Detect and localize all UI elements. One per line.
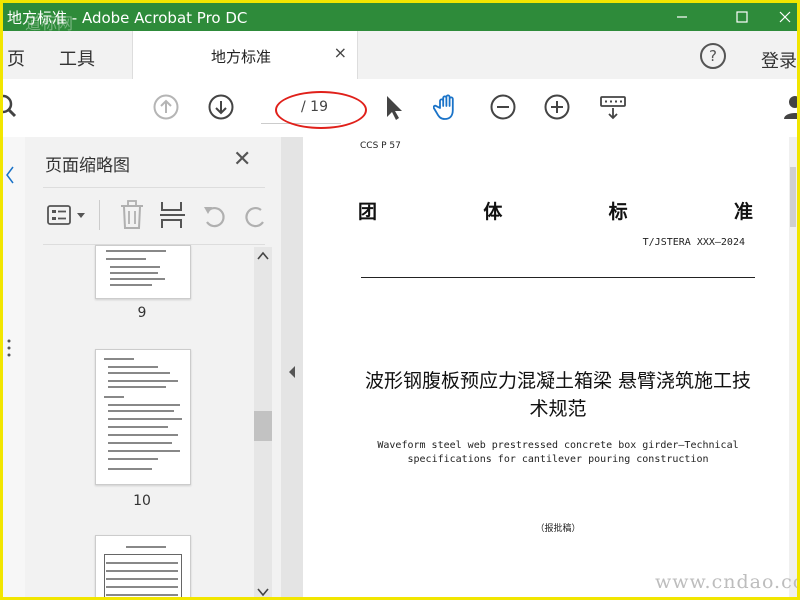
maximize-icon [736, 11, 748, 23]
next-page-icon[interactable] [207, 93, 235, 121]
help-icon[interactable]: ? [700, 43, 726, 69]
tab-home[interactable]: 页 [7, 45, 25, 71]
zoom-in-icon[interactable] [543, 93, 571, 121]
rail-more-icon[interactable] [5, 337, 13, 359]
standard-number: T/JSTERA XXX—2024 [642, 237, 745, 248]
draft-label: （报批稿） [535, 524, 581, 534]
chinese-title-line: 波形钢腹板预应力混凝土箱梁 悬臂浇筑施工技 [364, 370, 752, 392]
chinese-title-line: 术规范 [529, 398, 587, 420]
title-char: 标 [608, 201, 628, 223]
thumbnail-label-10: 10 [133, 493, 151, 509]
keyboard-icon[interactable] [599, 93, 627, 121]
scroll-up-icon[interactable] [257, 251, 269, 261]
document-page: CCS P 57 团 体 标 准 T/JSTERA XXX—2024 波形钢腹板… [303, 137, 789, 597]
search-icon[interactable] [0, 93, 21, 121]
rail-arrow-icon[interactable] [5, 165, 15, 185]
panel-splitter[interactable] [281, 137, 303, 597]
main-toolbar: / 19 [3, 79, 797, 138]
user-icon[interactable] [781, 93, 800, 121]
thumbnail-page-10[interactable] [95, 349, 191, 485]
title-char: 团 [358, 201, 378, 223]
scroll-down-icon[interactable] [257, 587, 269, 597]
tab-tools[interactable]: 工具 [59, 45, 95, 71]
document-scrollbar-thumb[interactable] [790, 167, 796, 227]
maximize-button[interactable] [719, 3, 765, 31]
collapse-panel-icon[interactable] [288, 365, 296, 379]
annotation-red-ellipse [275, 91, 367, 129]
delete-page-icon[interactable] [119, 200, 145, 230]
login-link[interactable]: 登录 [761, 47, 797, 73]
panel-title: 页面缩略图 [45, 156, 130, 176]
zoom-out-icon[interactable] [489, 93, 517, 121]
previous-page-icon[interactable] [152, 93, 180, 121]
watermark-bottom: www.cndao.com [655, 571, 797, 593]
minimize-icon [677, 16, 687, 18]
insert-page-icon[interactable] [159, 200, 187, 230]
thumbnail-options-icon[interactable] [47, 204, 87, 228]
panel-toolbar [43, 187, 265, 245]
left-rail [3, 137, 25, 597]
ccs-code: CCS P 57 [360, 141, 401, 151]
document-tab-label: 地方标准 [211, 48, 272, 66]
document-scrollbar[interactable] [789, 137, 797, 597]
window-close-icon [779, 11, 791, 23]
title-divider [361, 277, 755, 278]
tab-close-icon[interactable]: × [334, 43, 347, 62]
rotate-left-icon[interactable] [201, 202, 229, 230]
english-title-line: specifications for cantilever pouring co… [407, 454, 709, 465]
hand-tool-icon[interactable] [433, 93, 461, 121]
title-char: 体 [483, 201, 503, 223]
english-title: Waveform steel web prestressed concrete … [363, 439, 753, 467]
title-char: 准 [733, 201, 753, 223]
tab-bar: 页 工具 地方标准 × ? 登录 [3, 31, 797, 79]
thumbnail-panel: 页面缩略图 ✕ 9 10 [25, 137, 282, 597]
title-bar: 地方标准 - Adobe Acrobat Pro DC 道标网 [3, 3, 797, 33]
standard-category-title: 团 体 标 准 [358, 197, 753, 224]
thumbnail-page-9[interactable] [95, 245, 191, 299]
window-close-button[interactable] [773, 3, 797, 31]
english-title-line: Waveform steel web prestressed concrete … [377, 440, 739, 451]
app-window: 地方标准 - Adobe Acrobat Pro DC 道标网 页 工具 地方标… [0, 0, 800, 600]
minimize-button[interactable] [659, 3, 705, 31]
thumbnail-label-9: 9 [137, 305, 147, 321]
tab-document[interactable]: 地方标准 × [132, 31, 358, 79]
rotate-right-icon[interactable] [241, 202, 265, 230]
toolbar-divider [99, 200, 100, 230]
chinese-title: 波形钢腹板预应力混凝土箱梁 悬臂浇筑施工技 术规范 [353, 367, 763, 423]
thumbnail-scrollbar-thumb[interactable] [254, 411, 272, 441]
select-tool-icon[interactable] [379, 93, 407, 121]
thumbnail-scrollbar[interactable] [254, 247, 272, 597]
thumbnail-page-11[interactable] [95, 535, 191, 597]
panel-close-icon[interactable]: ✕ [233, 147, 251, 172]
